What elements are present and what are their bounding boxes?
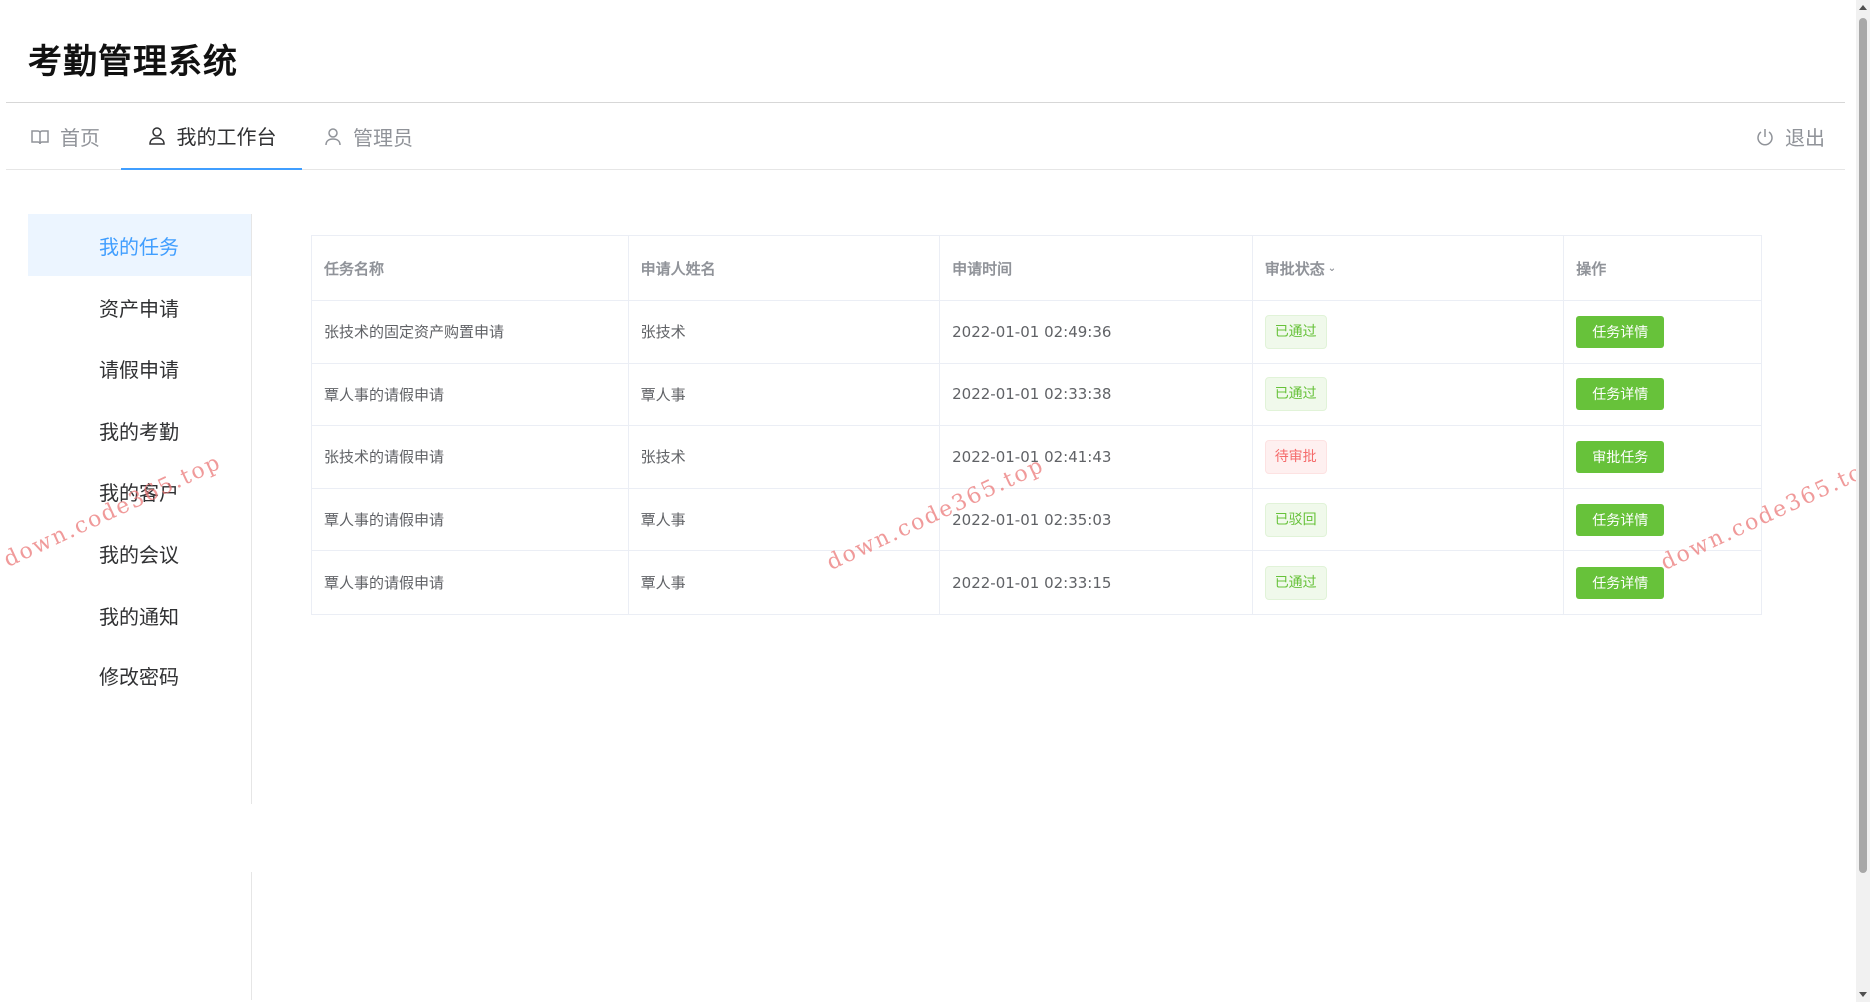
table-row: 覃人事的请假申请 覃人事 2022-01-01 02:33:15 已通过 任务详情 xyxy=(312,551,1761,614)
table-row: 覃人事的请假申请 覃人事 2022-01-01 02:33:38 已通过 任务详情 xyxy=(312,363,1761,427)
column-header: 申请人姓名 xyxy=(629,236,941,300)
task-action-button[interactable]: 审批任务 xyxy=(1576,440,1665,473)
sidebar-divider xyxy=(251,872,252,1000)
status-badge: 已驳回 xyxy=(1264,502,1327,537)
sidebar-item-label: 修改密码 xyxy=(99,664,179,689)
task-name-cell: 覃人事的请假申请 xyxy=(312,551,629,614)
task-name-cell: 张技术的请假申请 xyxy=(312,426,629,488)
nav-admin[interactable]: 管理员 xyxy=(323,103,413,170)
applicant-cell: 张技术 xyxy=(629,426,941,488)
sidebar-item-change-password[interactable]: 修改密码 xyxy=(28,644,251,706)
page: 考勤管理系统 首页 我的工作台 管理员 退出 我的任务 资产申请 请假申请 我的… xyxy=(0,0,1870,1002)
nav-logout[interactable]: 退出 xyxy=(1755,103,1825,170)
time-cell: 2022-01-01 02:49:36 xyxy=(940,301,1253,363)
nav-admin-label: 管理员 xyxy=(353,126,413,150)
task-action-button[interactable]: 任务详情 xyxy=(1576,566,1665,599)
status-cell: 已通过 xyxy=(1253,363,1565,426)
column-header: 申请时间 xyxy=(940,236,1253,300)
task-action-button[interactable]: 任务详情 xyxy=(1576,503,1665,536)
power-icon xyxy=(1757,128,1773,145)
task-action-button[interactable]: 任务详情 xyxy=(1576,378,1665,411)
top-navbar: 首页 我的工作台 管理员 退出 xyxy=(6,103,1845,170)
sidebar-item-label: 我的通知 xyxy=(99,604,179,629)
column-header: 操作 xyxy=(1576,259,1607,278)
applicant-cell: 覃人事 xyxy=(629,363,941,426)
task-name-cell: 覃人事的请假申请 xyxy=(312,488,629,551)
task-table: 任务名称 申请人姓名 申请时间 审批状态 ⌄ 操作 张技术的固定资产购置申请 张技… xyxy=(311,235,1762,615)
scroll-thumb[interactable] xyxy=(1859,18,1867,873)
sidebar-item-my-notices[interactable]: 我的通知 xyxy=(28,584,251,646)
column-header: 任务名称 xyxy=(312,236,629,300)
time-cell: 2022-01-01 02:33:15 xyxy=(940,551,1253,614)
sidebar-item-label: 我的会议 xyxy=(99,542,179,567)
status-cell: 已通过 xyxy=(1253,551,1565,614)
status-cell: 已驳回 xyxy=(1253,488,1565,551)
user-icon xyxy=(148,126,165,145)
sidebar-item-my-attendance[interactable]: 我的考勤 xyxy=(28,399,251,461)
app-title: 考勤管理系统 xyxy=(28,42,238,82)
sidebar-item-label: 我的考勤 xyxy=(99,419,179,444)
nav-logout-label: 退出 xyxy=(1785,126,1825,150)
action-cell: 任务详情 xyxy=(1564,301,1761,363)
table-header-row: 任务名称 申请人姓名 申请时间 审批状态 ⌄ 操作 xyxy=(312,236,1761,301)
nav-home-label: 首页 xyxy=(60,126,100,150)
nav-workbench[interactable]: 我的工作台 xyxy=(121,103,302,170)
scroll-up-arrow-icon[interactable] xyxy=(1859,5,1867,10)
nav-home[interactable]: 首页 xyxy=(30,103,100,170)
status-badge: 待审批 xyxy=(1264,439,1327,474)
applicant-cell: 张技术 xyxy=(629,301,941,363)
action-cell: 审批任务 xyxy=(1564,426,1761,488)
sidebar-item-asset-request[interactable]: 资产申请 xyxy=(28,276,251,338)
table-row: 张技术的固定资产购置申请 张技术 2022-01-01 02:49:36 已通过 任务详… xyxy=(312,301,1761,364)
scroll-down-arrow-icon[interactable] xyxy=(1859,992,1867,997)
status-column-header[interactable]: 审批状态 ⌄ xyxy=(1253,236,1565,300)
status-cell: 已通过 xyxy=(1253,301,1565,363)
sidebar-item-leave-request[interactable]: 请假申请 xyxy=(28,337,251,399)
status-badge: 已通过 xyxy=(1264,377,1327,412)
status-cell: 待审批 xyxy=(1253,426,1565,488)
sidebar-item-label: 资产申请 xyxy=(99,296,179,321)
sidebar-item-label: 请假申请 xyxy=(99,357,179,382)
book-icon xyxy=(31,129,49,144)
status-badge: 已通过 xyxy=(1264,314,1327,349)
user-icon xyxy=(325,127,341,145)
task-name-cell: 张技术的固定资产购置申请 xyxy=(312,301,629,363)
applicant-cell: 覃人事 xyxy=(629,551,941,614)
column-header-label: 审批状态 xyxy=(1264,259,1325,278)
vertical-scrollbar[interactable] xyxy=(1856,0,1870,1002)
nav-workbench-label: 我的工作台 xyxy=(176,125,277,149)
table-row: 覃人事的请假申请 覃人事 2022-01-01 02:35:03 已驳回 任务详情 xyxy=(312,488,1761,552)
status-badge: 已通过 xyxy=(1264,565,1327,600)
sidebar-item-label: 我的任务 xyxy=(99,234,179,259)
task-name-cell: 覃人事的请假申请 xyxy=(312,363,629,426)
action-cell: 任务详情 xyxy=(1564,364,1761,426)
sidebar-item-my-tasks[interactable]: 我的任务 xyxy=(28,214,251,276)
task-action-button[interactable]: 任务详情 xyxy=(1576,315,1665,348)
time-cell: 2022-01-01 02:33:38 xyxy=(940,363,1253,426)
chevron-down-icon: ⌄ xyxy=(1327,262,1337,274)
